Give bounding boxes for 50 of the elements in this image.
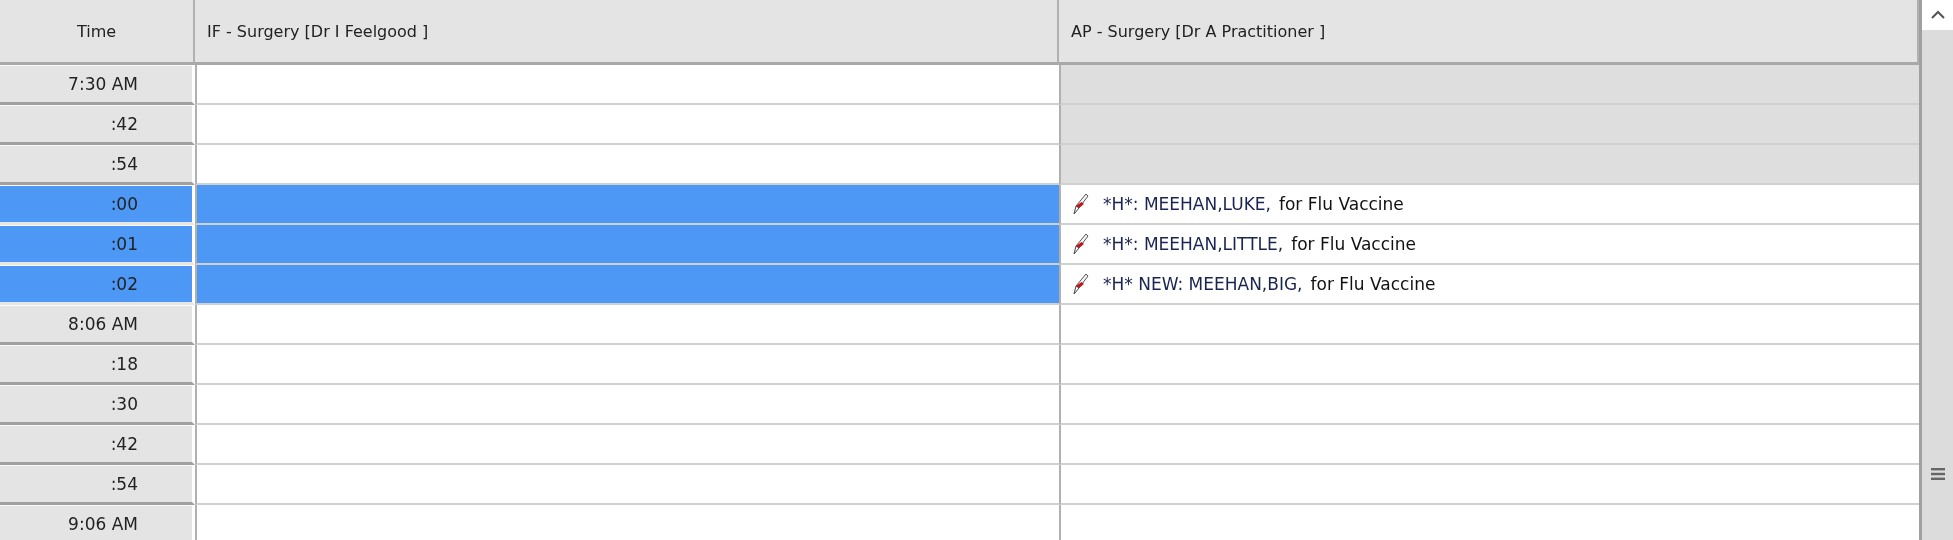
time-cell[interactable]: :00 bbox=[0, 185, 195, 225]
appointment-slot[interactable] bbox=[195, 305, 1059, 345]
appointment-slot[interactable] bbox=[195, 145, 1059, 185]
appointment-reason: for Flu Vaccine bbox=[1278, 194, 1404, 214]
time-cell[interactable]: 9:06 AM bbox=[0, 505, 195, 540]
time-cell[interactable]: :18 bbox=[0, 345, 195, 385]
appointment-slot[interactable] bbox=[195, 345, 1059, 385]
appointment-slot[interactable] bbox=[1059, 385, 1919, 425]
appointment-slot[interactable] bbox=[195, 105, 1059, 145]
appointment-slot[interactable] bbox=[1059, 105, 1919, 145]
appointment-reason: for Flu Vaccine bbox=[1310, 274, 1436, 294]
appointment-slot[interactable] bbox=[195, 265, 1059, 305]
appointment-slot[interactable] bbox=[1059, 465, 1919, 505]
appointment-slot[interactable] bbox=[195, 185, 1059, 225]
appointment-slot[interactable]: *H* NEW: MEEHAN,BIG, for Flu Vaccine bbox=[1059, 265, 1919, 305]
chevron-up-icon bbox=[1929, 10, 1946, 20]
patient-name: *H*: MEEHAN,LUKE, bbox=[1103, 194, 1271, 214]
time-cell[interactable]: :54 bbox=[0, 145, 195, 185]
appointment-slot[interactable] bbox=[195, 465, 1059, 505]
appointment-slot[interactable] bbox=[1059, 345, 1919, 385]
scroll-grip-icon[interactable] bbox=[1930, 468, 1945, 480]
appointment-slot[interactable] bbox=[195, 425, 1059, 465]
scrollbar[interactable] bbox=[1919, 0, 1953, 540]
time-cell[interactable]: 8:06 AM bbox=[0, 305, 195, 345]
patient-name: *H*: MEEHAN,LITTLE, bbox=[1103, 234, 1284, 254]
appointment-slot[interactable]: *H*: MEEHAN,LUKE, for Flu Vaccine bbox=[1059, 185, 1919, 225]
appointment-slot[interactable] bbox=[195, 65, 1059, 105]
column-header[interactable]: Time bbox=[0, 0, 195, 65]
syringe-icon bbox=[1073, 193, 1089, 215]
appointment-reason: for Flu Vaccine bbox=[1291, 234, 1416, 254]
patient-name: *H* NEW: MEEHAN,BIG, bbox=[1103, 274, 1303, 294]
time-cell[interactable]: :42 bbox=[0, 425, 195, 465]
syringe-icon bbox=[1073, 273, 1089, 295]
time-cell[interactable]: :02 bbox=[0, 265, 195, 305]
appointment-slot[interactable] bbox=[1059, 65, 1919, 105]
appointment-slot[interactable] bbox=[195, 225, 1059, 265]
appointment-slot[interactable]: *H*: MEEHAN,LITTLE, for Flu Vaccine bbox=[1059, 225, 1919, 265]
scroll-up-button[interactable] bbox=[1922, 0, 1953, 30]
appointment-slot[interactable] bbox=[1059, 145, 1919, 185]
syringe-icon bbox=[1073, 233, 1089, 255]
column-header[interactable]: IF - Surgery [Dr I Feelgood ] bbox=[195, 0, 1059, 65]
time-cell[interactable]: 7:30 AM bbox=[0, 65, 195, 105]
time-cell[interactable]: :42 bbox=[0, 105, 195, 145]
column-header[interactable]: AP - Surgery [Dr A Practitioner ] bbox=[1059, 0, 1919, 65]
time-cell[interactable]: :30 bbox=[0, 385, 195, 425]
time-cell[interactable]: :01 bbox=[0, 225, 195, 265]
time-cell[interactable]: :54 bbox=[0, 465, 195, 505]
appointment-slot[interactable] bbox=[1059, 305, 1919, 345]
appointment-slot[interactable] bbox=[195, 385, 1059, 425]
appointment-slot[interactable] bbox=[1059, 425, 1919, 465]
